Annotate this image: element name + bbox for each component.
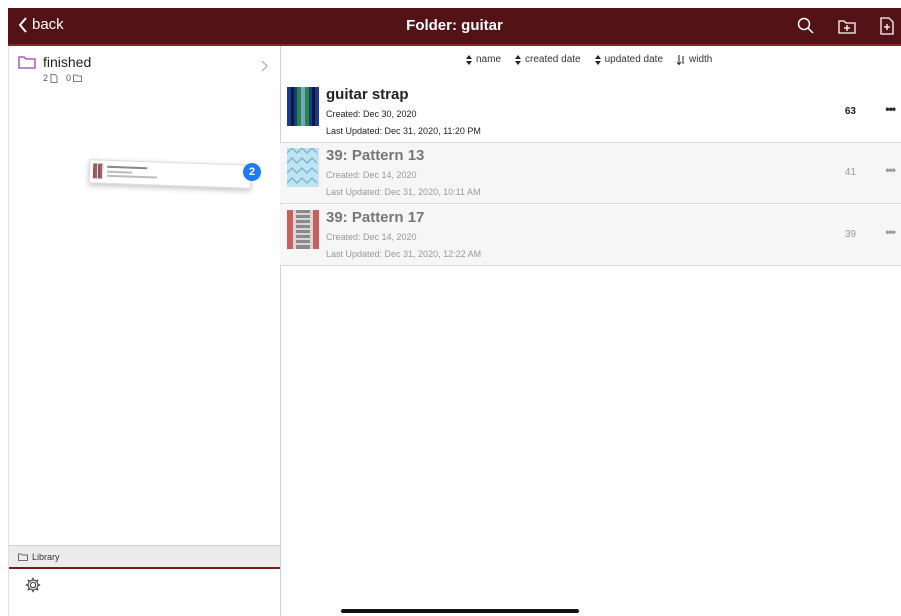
sort-label: created date	[525, 54, 581, 65]
new-file-icon[interactable]	[877, 16, 897, 36]
sidebar-folder-finished[interactable]: finished 2 0	[9, 46, 280, 86]
divider	[9, 567, 280, 569]
pattern-thumbnail	[287, 87, 319, 126]
pattern-width: 39	[844, 229, 856, 240]
pattern-row[interactable]: 39: Pattern 13 Created: Dec 14, 2020 Las…	[280, 143, 901, 204]
more-options-button[interactable]: •••	[885, 163, 896, 177]
pattern-row[interactable]: 39: Pattern 17 Created: Dec 14, 2020 Las…	[280, 205, 901, 266]
sort-by-name[interactable]: name	[466, 54, 501, 65]
new-folder-icon[interactable]	[837, 16, 857, 36]
updated-date: Last Updated: Dec 31, 2020, 12:22 AM	[326, 249, 482, 259]
drag-count-badge: 2	[243, 163, 261, 181]
more-options-button[interactable]: •••	[885, 225, 896, 239]
home-indicator	[341, 609, 579, 613]
pattern-row[interactable]: guitar strap Created: Dec 30, 2020 Last …	[280, 82, 901, 143]
back-button[interactable]: back	[18, 16, 64, 33]
library-button[interactable]: Library	[9, 545, 280, 567]
folder-small-icon	[18, 553, 28, 561]
sort-descending-icon	[677, 54, 684, 65]
updated-date: Last Updated: Dec 31, 2020, 10:11 AM	[326, 187, 481, 197]
sort-bar: name created date updated date width	[466, 54, 712, 65]
folder-counts: 2 0	[43, 73, 82, 83]
sort-label: name	[476, 54, 502, 65]
pattern-width: 41	[844, 167, 856, 178]
gear-icon[interactable]	[24, 576, 42, 594]
subfolder-count: 0	[66, 73, 72, 83]
pattern-name: 39: Pattern 13	[326, 147, 425, 164]
file-icon	[50, 73, 58, 83]
pattern-thumbnail	[287, 148, 319, 187]
created-date: Created: Dec 30, 2020	[326, 109, 417, 119]
folder-small-icon	[73, 74, 82, 82]
search-icon[interactable]	[796, 16, 816, 36]
folder-name: finished	[43, 54, 92, 70]
sort-by-width[interactable]: width	[677, 54, 712, 65]
pattern-width: 63	[844, 106, 856, 117]
folder-icon	[18, 56, 36, 69]
created-date: Created: Dec 14, 2020	[326, 232, 417, 242]
back-label: back	[32, 16, 64, 33]
more-options-button[interactable]: •••	[885, 102, 896, 116]
sort-toggle-icon	[594, 54, 601, 65]
sort-label: updated date	[604, 54, 664, 65]
page-title: Folder: guitar	[406, 17, 503, 34]
updated-date: Last Updated: Dec 31, 2020, 11:20 PM	[326, 126, 481, 136]
drag-preview	[88, 159, 252, 189]
created-date: Created: Dec 14, 2020	[326, 170, 417, 180]
chevron-left-icon	[18, 16, 27, 33]
sort-by-created-date[interactable]: created date	[515, 54, 581, 65]
library-label: Library	[32, 551, 60, 562]
pattern-thumbnail	[287, 210, 319, 249]
drag-preview-thumbnail	[92, 163, 104, 179]
sidebar: finished 2 0 2 Library	[8, 46, 281, 616]
sort-toggle-icon	[466, 54, 472, 65]
sort-toggle-icon	[515, 54, 522, 65]
sort-by-updated-date[interactable]: updated date	[594, 54, 664, 65]
chevron-right-icon	[261, 60, 268, 72]
top-bar: back Folder: guitar	[8, 8, 901, 46]
file-count: 2	[43, 73, 49, 83]
pattern-name: 39: Pattern 17	[326, 209, 425, 226]
pattern-name: guitar strap	[326, 86, 409, 103]
sort-label: width	[689, 54, 713, 65]
